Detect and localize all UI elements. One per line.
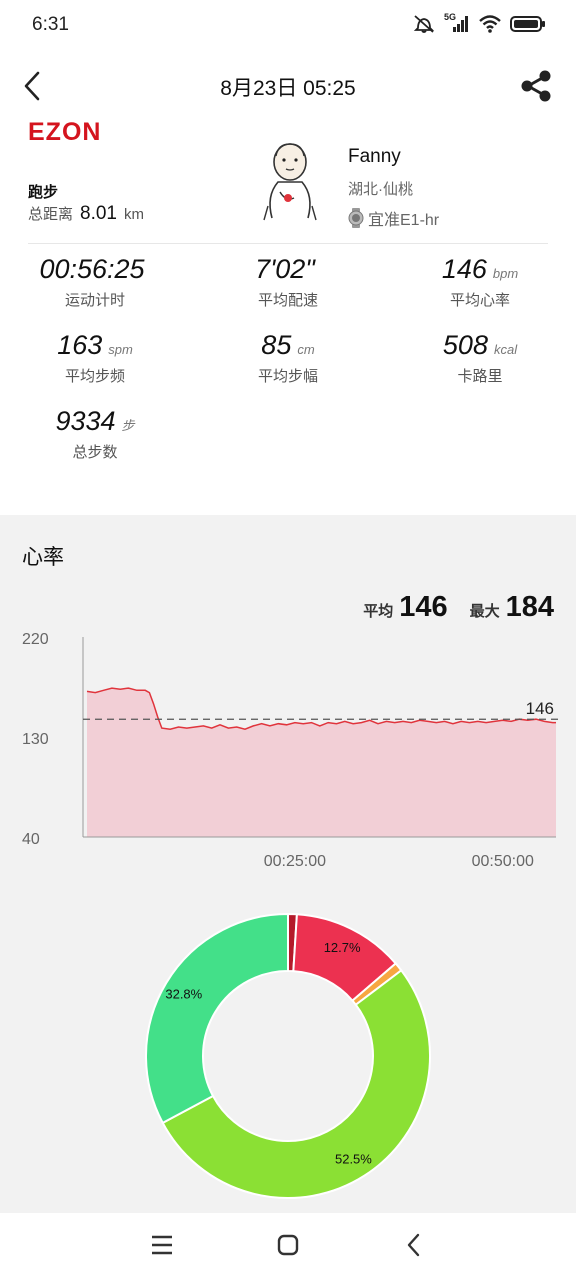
device-name: 宜准E1-hr [368, 212, 440, 229]
metric-cadence: 163 spm 平均步频 [0, 330, 190, 386]
home-square-icon [277, 1234, 299, 1256]
watch-icon [348, 208, 364, 228]
status-time: 6:31 [32, 14, 69, 35]
wifi-icon [479, 15, 501, 33]
section-title: 心率 [22, 546, 64, 569]
status-icons: 5G [412, 12, 546, 34]
metric-duration: 00:56:25 运动计时 [0, 254, 190, 310]
metric-value: 85 [261, 330, 292, 360]
nav-back-icon [407, 1233, 420, 1257]
metric-label: 卡路里 [457, 368, 503, 385]
metric-label: 平均步频 [64, 368, 125, 385]
metric-stride: 85 cm 平均步幅 [193, 330, 383, 386]
share-icon [521, 70, 551, 102]
y-tick-label: 130 [22, 731, 49, 748]
donut-slice-label: 52.5% [335, 1151, 372, 1166]
metric-label: 平均配速 [257, 292, 318, 309]
donut-slice-label: 32.8% [165, 986, 202, 1001]
x-tick-label: 00:50:00 [472, 853, 534, 870]
device-info: 宜准E1-hr [348, 206, 439, 230]
x-tick-label: 00:25:00 [264, 853, 326, 870]
donut-slice-label: 12.7% [324, 940, 361, 955]
share-button[interactable] [516, 66, 556, 106]
metric-value: 9334 [55, 406, 116, 436]
divider [28, 243, 548, 244]
nav-back-button[interactable] [390, 1227, 438, 1263]
page-title: 8月23日 05:25 [220, 77, 356, 100]
donut-slice [145, 912, 289, 1125]
distance-unit: km [124, 206, 144, 223]
mute-icon [413, 15, 435, 33]
heart-rate-zone-donut: 12.7% 52.5% 32.8% [145, 912, 431, 1199]
avatar[interactable] [258, 140, 322, 222]
metric-label: 平均心率 [449, 292, 510, 309]
signal-icon: 5G [444, 12, 470, 34]
metric-unit: bpm [492, 266, 519, 281]
metric-unit: cm [297, 342, 315, 357]
distance-value: 8.01 [80, 203, 117, 224]
menu-icon [152, 1235, 172, 1255]
avg-label: 平均 [363, 603, 394, 620]
heart-rate-section: 心率 平均 146 最大 184 220 130 40 146 00:25:00 00:5… [0, 515, 576, 1213]
metric-heart-rate: 146 bpm 平均心率 [385, 254, 575, 310]
metric-pace: 7'02" 平均配速 [193, 254, 383, 310]
system-nav-bar [0, 1213, 576, 1280]
total-distance: 总距离 8.01 km [28, 203, 144, 225]
y-tick-label: 40 [22, 831, 40, 848]
y-tick-label: 220 [22, 631, 49, 648]
heart-rate-area [87, 688, 556, 837]
metric-label: 平均步幅 [257, 368, 318, 385]
metric-steps: 9334 步 总步数 [0, 406, 190, 462]
metric-unit: kcal [493, 342, 518, 357]
metric-value: 508 [442, 330, 488, 360]
metric-label: 运动计时 [64, 292, 125, 309]
metric-value: 7'02" [255, 254, 315, 284]
metric-label: 总步数 [72, 444, 118, 461]
max-label: 最大 [469, 603, 500, 620]
heart-rate-chart: 220 130 40 146 00:25:00 00:50:00 [22, 631, 558, 870]
brand-logo: EZON [28, 118, 102, 146]
menu-button[interactable] [138, 1227, 186, 1263]
home-button[interactable] [264, 1227, 312, 1263]
user-name: Fanny [348, 146, 401, 167]
metric-unit: 步 [121, 418, 135, 433]
status-bar: 6:31 5G [0, 0, 576, 52]
metric-value: 146 [441, 254, 487, 284]
battery-icon [510, 16, 545, 32]
sport-type: 跑步 [28, 184, 59, 201]
metric-value: 163 [57, 330, 103, 360]
distance-label: 总距离 [28, 206, 74, 223]
metric-unit: spm [108, 342, 133, 357]
user-location: 湖北·仙桃 [348, 181, 413, 198]
metric-value: 00:56:25 [39, 254, 145, 284]
metric-calories: 508 kcal 卡路里 [385, 330, 575, 386]
top-bar: 8月23日 05:25 [0, 60, 576, 110]
average-line-label: 146 [526, 699, 554, 718]
